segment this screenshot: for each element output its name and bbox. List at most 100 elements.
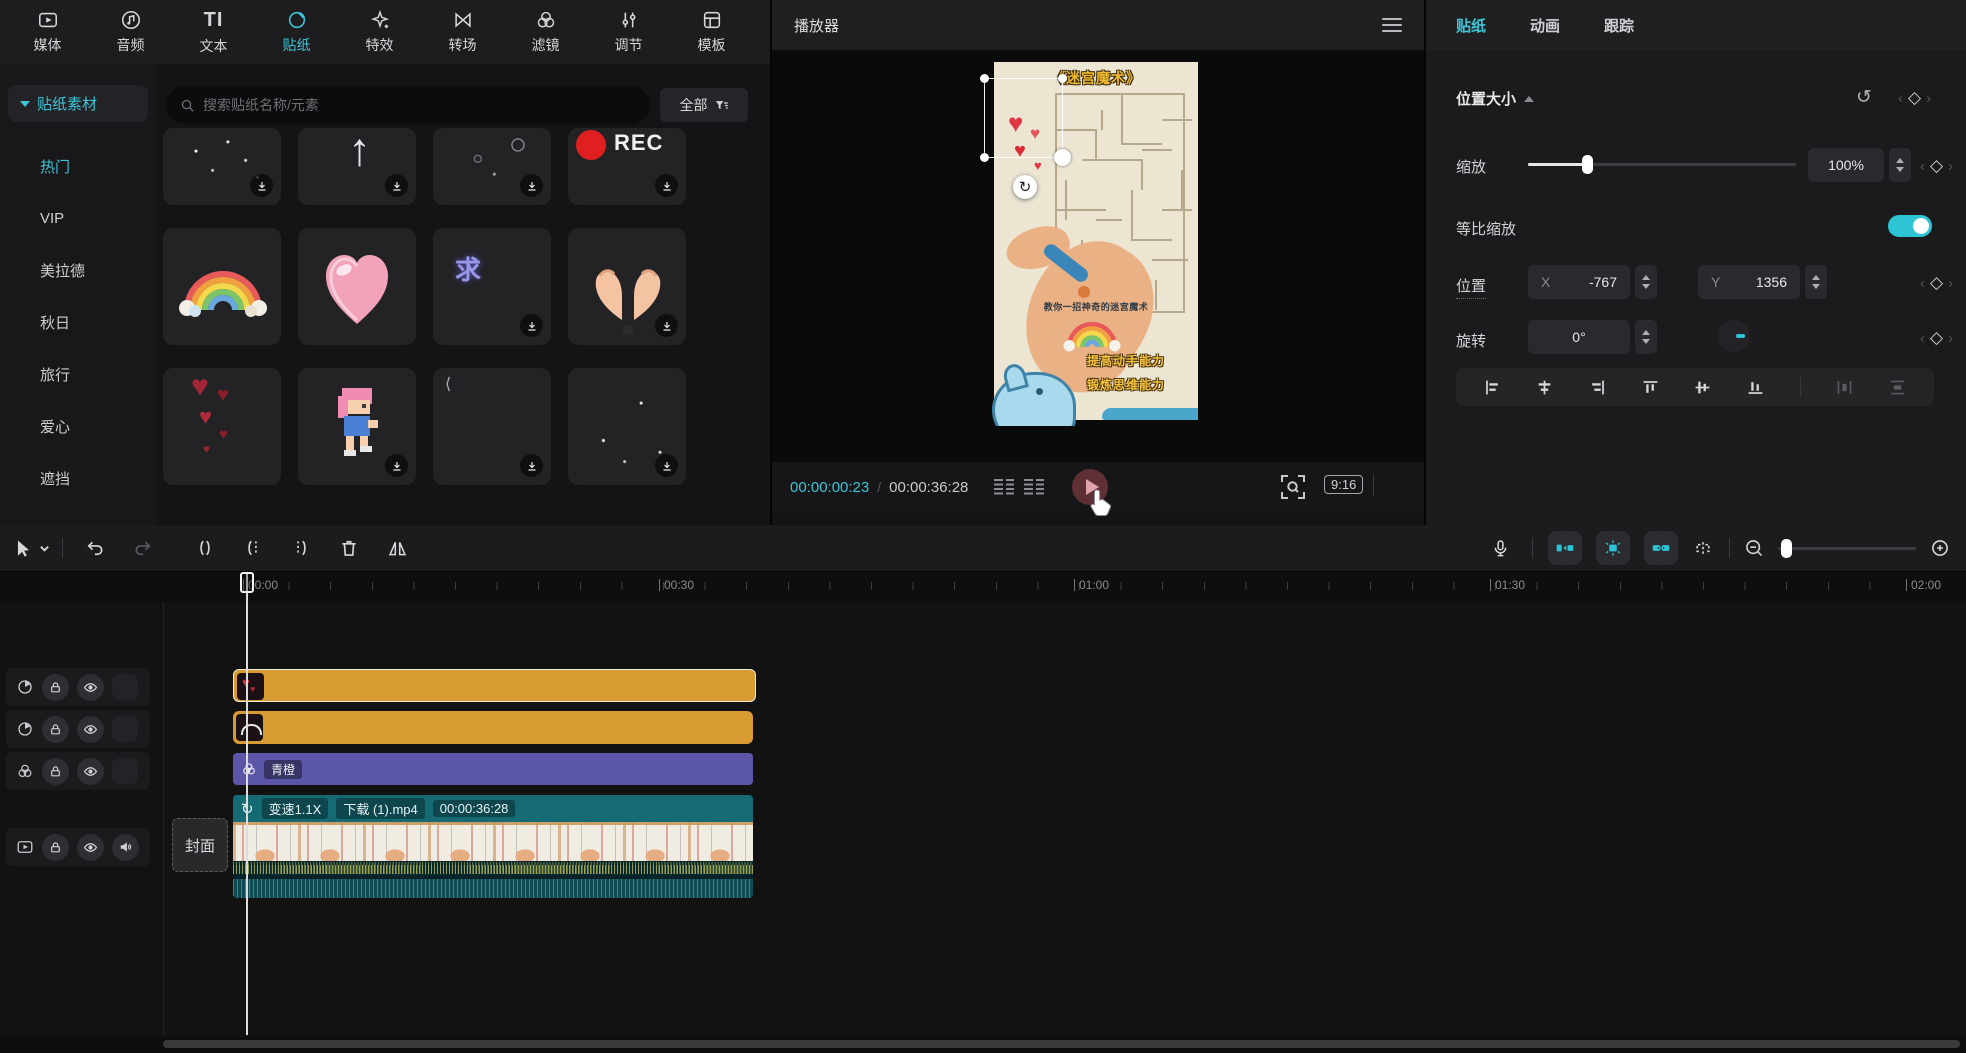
mirror-icon[interactable] bbox=[387, 538, 408, 559]
link-toggle-icon[interactable] bbox=[1644, 531, 1678, 565]
sticker-search-input[interactable]: 搜索贴纸名称/元素 bbox=[166, 86, 650, 124]
video-clip[interactable]: ↻ 变速1.1X 下载 (1).mp4 00:00:36:28 bbox=[233, 795, 753, 898]
sticker-item-arrow-up[interactable]: ↑ bbox=[298, 128, 416, 205]
download-icon[interactable] bbox=[655, 174, 678, 197]
record-voiceover-icon[interactable] bbox=[1491, 539, 1510, 558]
tab-sticker[interactable]: 贴纸 bbox=[255, 9, 338, 55]
slider-knob[interactable] bbox=[1582, 155, 1593, 174]
timeline-ruler[interactable]: 00:00 00:30 01:00 01:30 02:00 bbox=[0, 572, 1966, 602]
filter-clip[interactable]: 青橙 bbox=[233, 753, 753, 785]
undo-icon[interactable] bbox=[85, 538, 105, 558]
playhead-handle[interactable] bbox=[240, 572, 254, 593]
tab-audio[interactable]: 音频 bbox=[89, 9, 172, 55]
tab-transition[interactable]: 转场 bbox=[421, 9, 504, 55]
trim-right-icon[interactable] bbox=[291, 538, 311, 558]
timeline-zoom-out-icon[interactable] bbox=[1744, 538, 1764, 558]
selection-scale-handle[interactable] bbox=[1054, 149, 1071, 166]
preview-zoom-icon[interactable] bbox=[1280, 474, 1306, 500]
sticker-item-glossy-heart[interactable] bbox=[298, 228, 416, 345]
snap-toggle-icon[interactable] bbox=[1548, 531, 1582, 565]
scale-value-box[interactable]: 100% bbox=[1808, 148, 1884, 182]
tab-animation[interactable]: 动画 bbox=[1530, 15, 1560, 36]
sticker-item-bubbles[interactable] bbox=[433, 128, 551, 205]
download-icon[interactable] bbox=[655, 454, 678, 477]
redo-icon[interactable] bbox=[133, 538, 153, 558]
download-icon[interactable] bbox=[250, 174, 273, 197]
sidebar-item-travel[interactable]: 旅行 bbox=[0, 348, 156, 400]
section-position-size[interactable]: 位置大小 bbox=[1456, 88, 1534, 109]
lock-icon[interactable] bbox=[42, 834, 69, 861]
slider-knob[interactable] bbox=[1781, 539, 1792, 558]
preview-quality-icon[interactable] bbox=[994, 479, 1014, 495]
rotate-handle-icon[interactable]: ↻ bbox=[1013, 175, 1037, 199]
sidebar-item-autumn[interactable]: 秋日 bbox=[0, 296, 156, 348]
rotation-dial[interactable] bbox=[1718, 320, 1750, 352]
align-left-icon[interactable] bbox=[1484, 379, 1501, 396]
lock-icon[interactable] bbox=[42, 674, 69, 701]
align-right-icon[interactable] bbox=[1589, 379, 1606, 396]
sticker-filter-button[interactable]: 全部 bbox=[660, 88, 748, 122]
video-preview[interactable]: 《迷宫魔术》 ♥ ♥ ♥ ♥ ♥ bbox=[994, 62, 1198, 420]
rotation-stepper[interactable] bbox=[1635, 320, 1657, 354]
aspect-ratio-button[interactable]: 9:16 bbox=[1324, 475, 1363, 494]
download-icon[interactable] bbox=[385, 454, 408, 477]
selection-handle[interactable] bbox=[980, 153, 989, 162]
horizontal-scrollbar[interactable] bbox=[163, 1040, 1960, 1048]
sticker-clip-selected[interactable]: ♥ ♥ bbox=[233, 669, 756, 702]
align-bottom-icon[interactable] bbox=[1747, 379, 1764, 396]
trim-left-icon[interactable] bbox=[243, 538, 263, 558]
rotation-input[interactable]: 0° bbox=[1528, 320, 1630, 354]
rotation-keyframe[interactable]: ‹◇› bbox=[1920, 328, 1953, 348]
position-keyframe[interactable]: ‹◇› bbox=[1920, 273, 1953, 293]
keyframe-control[interactable]: ‹◇› bbox=[1898, 88, 1931, 108]
sidebar-item-hot[interactable]: 热门 bbox=[0, 140, 156, 192]
tab-adjust[interactable]: 调节 bbox=[587, 9, 670, 55]
cover-button[interactable]: 封面 bbox=[172, 818, 228, 872]
align-top-icon[interactable] bbox=[1642, 379, 1659, 396]
auto-preview-toggle-icon[interactable] bbox=[1596, 531, 1630, 565]
sticker-item-sparkle-dots[interactable] bbox=[163, 128, 281, 205]
distribute-horizontal-icon[interactable] bbox=[1836, 379, 1853, 396]
position-x-stepper[interactable] bbox=[1635, 265, 1657, 299]
tab-filter[interactable]: 滤镜 bbox=[504, 9, 587, 55]
download-icon[interactable] bbox=[520, 314, 543, 337]
eye-icon[interactable] bbox=[77, 758, 104, 785]
tab-effects[interactable]: 特效 bbox=[338, 9, 421, 55]
sticker-item-qiu-text[interactable]: 求 bbox=[433, 228, 551, 345]
scale-keyframe[interactable]: ‹◇› bbox=[1920, 156, 1953, 176]
tab-sticker-props[interactable]: 贴纸 bbox=[1456, 15, 1486, 36]
scale-stepper[interactable] bbox=[1889, 148, 1911, 182]
eye-icon[interactable] bbox=[77, 834, 104, 861]
reset-icon[interactable]: ↺ bbox=[1856, 86, 1872, 109]
preview-axis-icon[interactable] bbox=[1693, 538, 1713, 558]
sticker-group-header[interactable]: 贴纸素材 bbox=[8, 85, 148, 122]
sticker-item-hearts-cluster[interactable]: ♥ ♥ ♥ ♥ ♥ bbox=[163, 368, 281, 485]
sticker-item-sparkle[interactable]: ⟨ bbox=[433, 368, 551, 485]
eye-icon[interactable] bbox=[77, 674, 104, 701]
uniform-scale-toggle[interactable] bbox=[1888, 215, 1932, 237]
download-icon[interactable] bbox=[655, 314, 678, 337]
lock-icon[interactable] bbox=[42, 716, 69, 743]
lock-icon[interactable] bbox=[42, 758, 69, 785]
align-center-horizontal-icon[interactable] bbox=[1536, 379, 1553, 396]
sticker-item-pixel-girl[interactable] bbox=[298, 368, 416, 485]
position-x-input[interactable]: X -767 bbox=[1528, 265, 1630, 299]
sidebar-item-vip[interactable]: VIP bbox=[0, 192, 156, 244]
position-y-input[interactable]: Y 1356 bbox=[1698, 265, 1800, 299]
playhead-line[interactable] bbox=[246, 572, 248, 1035]
align-center-vertical-icon[interactable] bbox=[1694, 379, 1711, 396]
sticker-item-hand-heart[interactable] bbox=[568, 228, 686, 345]
timeline-zoom-in-icon[interactable] bbox=[1930, 538, 1950, 558]
sticker-clip-rainbow[interactable] bbox=[233, 711, 753, 744]
sidebar-item-love[interactable]: 爱心 bbox=[0, 400, 156, 452]
sticker-selection-box[interactable]: ↻ bbox=[984, 78, 1063, 158]
select-tool-dropdown[interactable] bbox=[39, 543, 50, 554]
sidebar-item-maillard[interactable]: 美拉德 bbox=[0, 244, 156, 296]
eye-icon[interactable] bbox=[77, 716, 104, 743]
player-menu-icon[interactable] bbox=[1382, 18, 1402, 32]
sticker-item-rainbow[interactable] bbox=[163, 228, 281, 345]
sticker-item-rec[interactable]: REC bbox=[568, 128, 686, 205]
preview-layout-icon[interactable] bbox=[1024, 479, 1044, 495]
tab-media[interactable]: 媒体 bbox=[6, 9, 89, 55]
scale-slider[interactable] bbox=[1528, 163, 1796, 166]
